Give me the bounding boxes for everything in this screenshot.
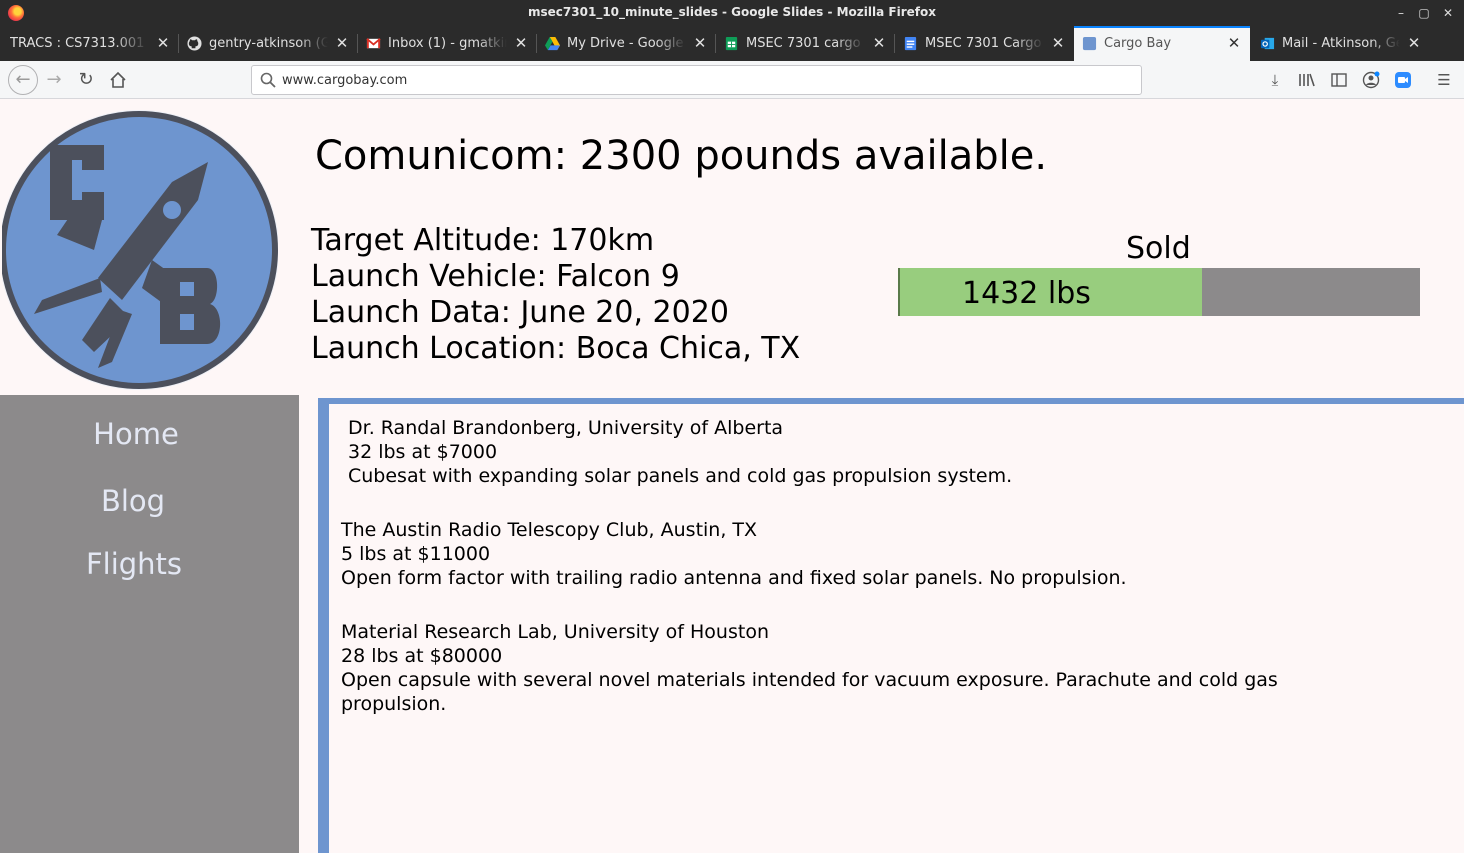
minimize-icon[interactable]: – <box>1392 4 1410 22</box>
tab-outlook[interactable]: Mail - Atkinson, Gentry ✕ <box>1252 26 1430 61</box>
close-icon[interactable]: ✕ <box>334 34 350 52</box>
gmail-icon <box>366 38 381 49</box>
tab-label: My Drive - Google Drive <box>567 36 686 51</box>
sidebar-icon[interactable] <box>1328 69 1350 91</box>
google-drive-icon <box>545 36 560 51</box>
close-icon[interactable]: ✕ <box>1406 34 1422 52</box>
nav-flights-link[interactable]: Flights <box>0 547 270 581</box>
maximize-icon[interactable]: ▢ <box>1415 4 1433 22</box>
listing-price: 32 lbs at $7000 <box>348 441 498 463</box>
url-input[interactable] <box>282 70 1122 90</box>
tab-label: Inbox (1) - gmatkinson <box>388 36 507 51</box>
tab-sheets[interactable]: MSEC 7301 cargo bay ✕ <box>716 26 895 61</box>
close-icon[interactable]: ✕ <box>155 34 171 52</box>
launch-vehicle: Launch Vehicle: Falcon 9 <box>311 259 680 294</box>
list-item: Dr. Randal Brandonberg, University of Al… <box>348 416 1012 488</box>
library-icon[interactable] <box>1296 69 1318 91</box>
sidebar-nav: Home Blog Flights <box>0 395 299 853</box>
cargo-bay-logo <box>2 110 278 390</box>
sold-progress-bar: 1432 lbs <box>898 268 1420 316</box>
menu-icon[interactable]: ☰ <box>1433 69 1455 91</box>
list-item: The Austin Radio Telescopy Club, Austin,… <box>341 518 1127 590</box>
listing-customer: The Austin Radio Telescopy Club, Austin,… <box>341 519 758 541</box>
tab-label: MSEC 7301 Cargo Bay <box>925 36 1044 51</box>
listings-panel: Dr. Randal Brandonberg, University of Al… <box>318 398 1464 853</box>
window-title: msec7301_10_minute_slides - Google Slide… <box>528 5 936 19</box>
google-sheets-icon <box>725 36 738 51</box>
cargo-bay-page: C B Comunicom: 2300 pounds available. Ta… <box>0 99 1464 853</box>
tab-github[interactable]: gentry-atkinson (Gentry ✕ <box>179 26 358 61</box>
forward-icon[interactable]: → <box>42 68 66 92</box>
tab-label: Mail - Atkinson, Gentry <box>1282 36 1400 51</box>
search-icon <box>260 72 276 88</box>
home-icon[interactable] <box>106 68 130 92</box>
github-icon <box>187 36 202 51</box>
google-docs-icon <box>904 36 917 51</box>
listing-price: 28 lbs at $80000 <box>341 645 503 667</box>
reload-icon[interactable]: ↻ <box>74 68 98 92</box>
cargo-bay-favicon-icon <box>1082 36 1097 51</box>
close-icon[interactable]: ✕ <box>1050 34 1066 52</box>
listing-price: 5 lbs at $11000 <box>341 543 491 565</box>
tab-tracs[interactable]: TRACS : CS7313.001 - N ✕ <box>0 26 179 61</box>
launch-location: Launch Location: Boca Chica, TX <box>311 331 801 366</box>
listing-description: Open form factor with trailing radio ant… <box>341 567 1127 589</box>
nav-home-link[interactable]: Home <box>0 417 272 451</box>
close-icon[interactable]: ✕ <box>1226 34 1242 52</box>
outlook-icon <box>1260 37 1275 50</box>
tab-google-drive[interactable]: My Drive - Google Drive ✕ <box>537 26 716 61</box>
sold-label: Sold <box>1126 231 1191 266</box>
tab-cargo-bay[interactable]: Cargo Bay ✕ <box>1074 26 1250 61</box>
close-icon[interactable]: ✕ <box>692 34 708 52</box>
listing-description: Cubesat with expanding solar panels and … <box>348 465 1013 487</box>
close-icon[interactable]: ✕ <box>513 34 529 52</box>
nav-blog-link[interactable]: Blog <box>0 484 269 518</box>
download-icon[interactable]: ⤓ <box>1264 69 1286 91</box>
sold-amount: 1432 lbs <box>962 276 1091 311</box>
account-icon[interactable] <box>1360 69 1382 91</box>
zoom-icon[interactable] <box>1392 69 1414 91</box>
window-titlebar: msec7301_10_minute_slides - Google Slide… <box>0 0 1464 26</box>
listing-description: Open capsule with several novel material… <box>341 669 1278 715</box>
target-altitude: Target Altitude: 170km <box>311 223 655 258</box>
tab-gmail[interactable]: Inbox (1) - gmatkinson ✕ <box>358 26 537 61</box>
tab-label: Cargo Bay <box>1104 36 1172 51</box>
launch-date: Launch Data: June 20, 2020 <box>311 295 729 330</box>
tab-label: TRACS : CS7313.001 - N <box>10 36 149 51</box>
navigation-toolbar: ← → ↻ ⤓ ☰ <box>0 61 1464 99</box>
listing-customer: Dr. Randal Brandonberg, University of Al… <box>348 417 784 439</box>
back-icon[interactable]: ← <box>8 65 38 95</box>
close-icon[interactable]: ✕ <box>871 34 887 52</box>
list-item: Material Research Lab, University of Hou… <box>341 620 1341 716</box>
tab-label: MSEC 7301 cargo bay <box>746 36 865 51</box>
listing-customer: Material Research Lab, University of Hou… <box>341 621 769 643</box>
tab-strip: TRACS : CS7313.001 - N ✕ gentry-atkinson… <box>0 26 1464 81</box>
close-window-icon[interactable]: ✕ <box>1439 4 1457 22</box>
tab-label: gentry-atkinson (Gentry <box>209 36 328 51</box>
tab-docs[interactable]: MSEC 7301 Cargo Bay ✕ <box>895 26 1074 61</box>
address-bar[interactable] <box>251 65 1142 95</box>
flight-details: Target Altitude: 170km Launch Vehicle: F… <box>311 223 800 367</box>
page-title: Comunicom: 2300 pounds available. <box>315 133 1048 179</box>
